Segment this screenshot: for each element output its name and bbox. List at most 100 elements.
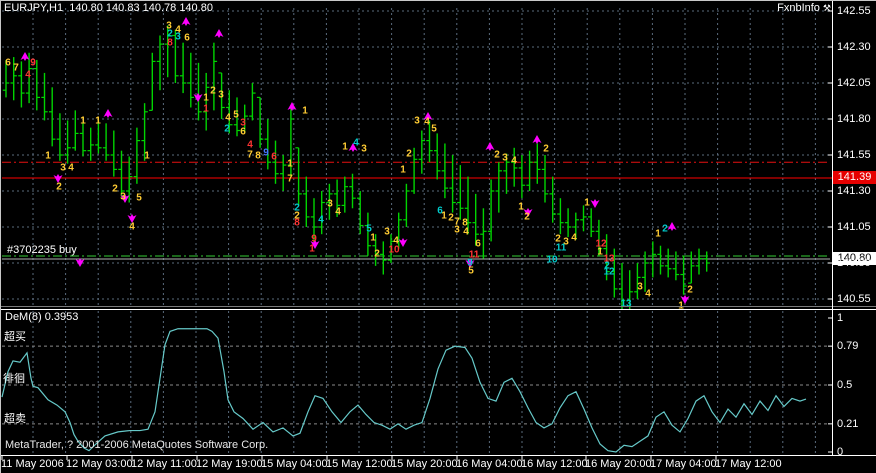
- bar-count-label: 2: [524, 212, 530, 223]
- bar-count-label: 3: [60, 163, 66, 174]
- bar-count-label: 9: [30, 58, 36, 69]
- ohlc-bar: [349, 174, 355, 209]
- bar-count-label: 4: [571, 233, 577, 244]
- price-axis-label: 142.05: [837, 77, 871, 89]
- bar-count-label: 1: [144, 151, 150, 162]
- brand-hammer-icon: ⚒: [823, 2, 831, 14]
- fractal-down-arrow-icon: [194, 93, 203, 102]
- bar-count-label: 1: [287, 159, 293, 170]
- time-axis-label: 12 May 11:00: [131, 458, 197, 470]
- time-axis-label: 16 May 04:00: [456, 458, 523, 470]
- price-axis-label: 142.30: [837, 41, 871, 53]
- time-axis-label: 16 May 12:00: [521, 458, 588, 470]
- price-axis-label: 141.30: [837, 185, 871, 197]
- bar-count-label: 2: [210, 86, 216, 97]
- fractal-up-arrow-icon: [182, 17, 191, 26]
- bar-count-label: 3: [327, 199, 333, 210]
- price-axis-label: 140.55: [837, 293, 871, 305]
- ohlc-bar: [49, 87, 55, 146]
- bar-count-label: 1: [441, 211, 447, 222]
- bar-count-label: 4: [25, 70, 31, 81]
- fractal-up-arrow-icon: [533, 135, 542, 144]
- fractal-up-arrow-icon: [21, 52, 30, 61]
- ask-price-tag: 141.39: [833, 171, 876, 184]
- ohlc-bar: [380, 241, 386, 274]
- bar-count-label: 4: [225, 113, 231, 124]
- ohlc-bar: [80, 123, 86, 156]
- bar-count-label: 7: [13, 63, 19, 74]
- bar-count-label: 2: [662, 224, 668, 235]
- ohlc-bar: [403, 184, 409, 227]
- bar-count-label: 1: [302, 106, 308, 117]
- bar-count-label: 8: [294, 218, 300, 229]
- time-axis-label: 16 May 20:00: [585, 458, 652, 470]
- ohlc-bar: [457, 165, 463, 220]
- bar-count-label: 1: [80, 116, 86, 127]
- bar-count-label: 2: [543, 144, 549, 155]
- ohlc-bar: [342, 177, 348, 213]
- ohlc-bar: [157, 35, 163, 90]
- bar-count-label: 2: [224, 124, 230, 135]
- bar-count-label: 4: [335, 207, 341, 218]
- bar-count-label: 4: [463, 227, 469, 238]
- bar-count-label: 12: [603, 267, 615, 278]
- bar-count-label: 2: [406, 149, 412, 160]
- bar-count-label: 3: [637, 282, 643, 293]
- metatrader-chart-window: 6794134211235413423861123453264789611722…: [0, 0, 876, 473]
- chart-canvas[interactable]: 6794134211235413423861123453264789611722…: [0, 0, 876, 473]
- bar-count-label: 3: [384, 227, 390, 238]
- bar-count-label: 3: [502, 153, 508, 164]
- bar-count-label: 1: [597, 247, 603, 258]
- bar-count-label: 5: [431, 124, 437, 135]
- time-axis-label: 17 May 12:00: [715, 458, 782, 470]
- ohlc-bar: [257, 97, 263, 147]
- brand-watermark: FxnbInfo⚒: [777, 2, 831, 14]
- fractal-down-arrow-icon: [399, 238, 408, 247]
- ohlc-bar: [496, 162, 502, 212]
- bar-count-label: 4: [68, 163, 74, 174]
- bar-count-label: 4: [424, 117, 430, 128]
- ohlc-bar: [588, 208, 594, 237]
- bar-count-label: 3: [414, 116, 420, 127]
- ohlc-bar: [580, 205, 586, 231]
- ohlc-bar: [134, 128, 140, 184]
- bar-count-label: 5: [468, 266, 474, 277]
- ohlc-bar: [118, 151, 124, 197]
- ohlc-bar: [303, 177, 309, 227]
- bar-count-label: 6: [271, 152, 277, 163]
- bar-count-label: 1: [45, 151, 51, 162]
- bar-count-label: 6: [184, 33, 190, 44]
- ohlc-bar: [411, 148, 417, 194]
- ohlc-bar: [557, 198, 563, 234]
- price-axis-label: 141.05: [837, 221, 871, 233]
- bar-count-label: 3: [175, 32, 181, 43]
- fractal-up-arrow-icon: [288, 102, 297, 111]
- bar-count-label: 1: [655, 229, 661, 240]
- ohlc-bar: [319, 191, 325, 234]
- bar-count-label: 1: [584, 198, 590, 209]
- bar-count-label: 1: [309, 244, 315, 255]
- bar-count-label: 2: [374, 249, 380, 260]
- bar-count-label: 11: [556, 243, 567, 254]
- indicator-axis-label: 0.21: [837, 418, 858, 430]
- fractal-down-arrow-icon: [591, 199, 600, 208]
- oversold-label: 超卖: [4, 413, 26, 425]
- time-axis-label: 11 May 2006: [1, 458, 64, 470]
- brand-label: FxnbInfo: [777, 2, 820, 14]
- time-axis-label: 15 May 04:00: [261, 458, 328, 470]
- ohlc-bar: [519, 155, 525, 198]
- ohlc-bar: [64, 120, 70, 163]
- time-axis-label: 12 May 03:00: [66, 458, 133, 470]
- ohlc-bar: [72, 110, 78, 150]
- ohlc-bar: [111, 131, 117, 177]
- ohlc-bar: [41, 73, 47, 121]
- ohlc-bar: [295, 148, 301, 206]
- indicator-axis-label: 1: [837, 312, 843, 324]
- bar-count-label: 2: [112, 184, 118, 195]
- ohlc-bar: [480, 208, 486, 258]
- ohlc-bar: [126, 156, 132, 202]
- time-axis-label: 15 May 12:00: [326, 458, 393, 470]
- indicator-axis-label: 0.79: [837, 340, 858, 352]
- bar-count-label: 2: [494, 150, 500, 161]
- ohlc-bar: [180, 43, 186, 93]
